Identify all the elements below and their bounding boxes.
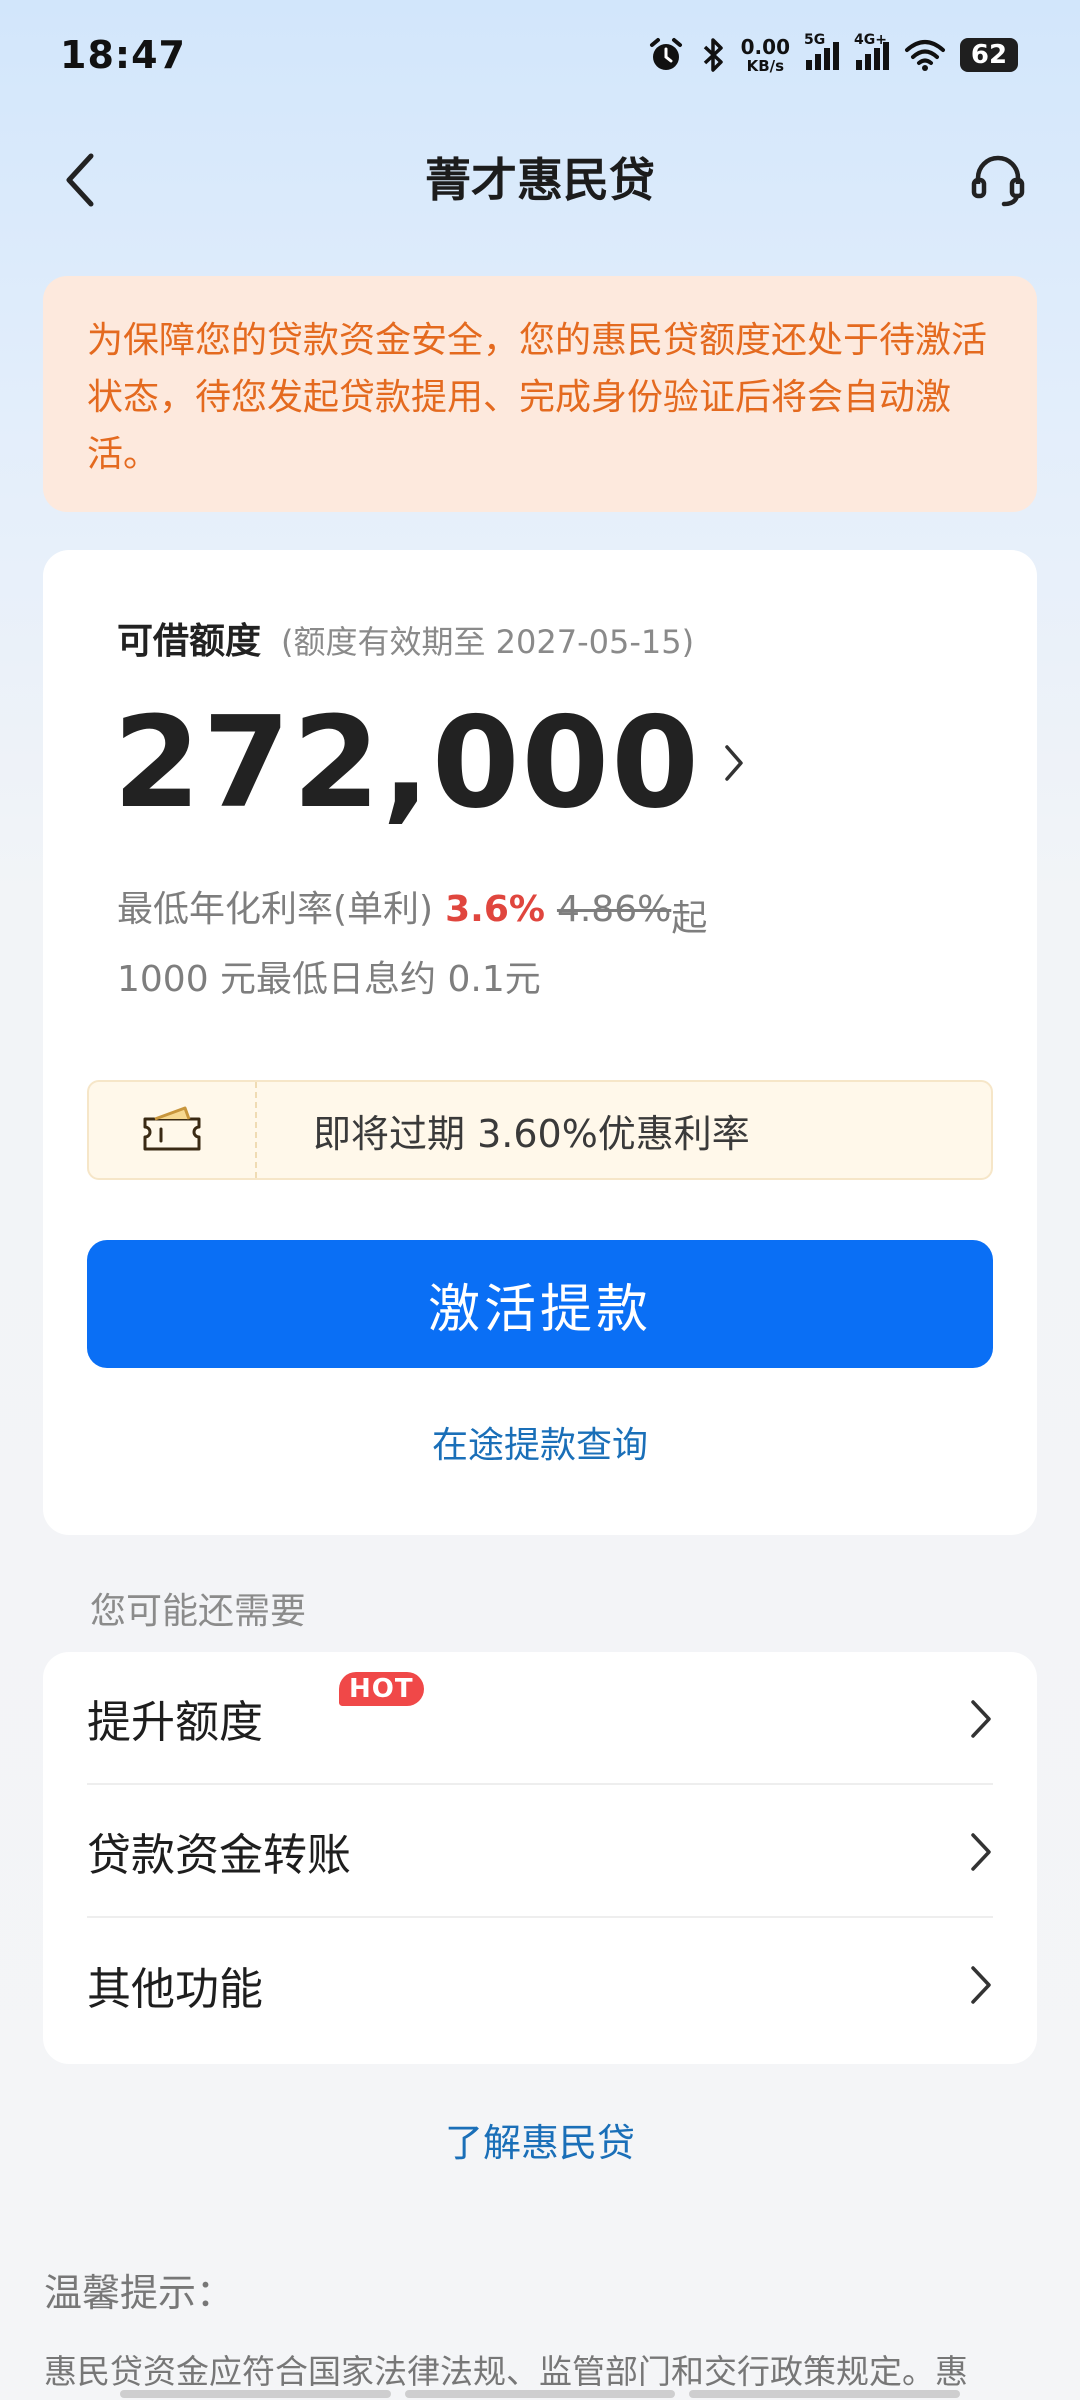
home-indicator bbox=[120, 2390, 961, 2398]
status-time: 18:47 bbox=[60, 33, 186, 77]
rate-prefix: 最低年化利率(单利) bbox=[117, 889, 434, 930]
signal-5g-icon: 5G bbox=[804, 32, 840, 72]
page-title: 菁才惠民贷 bbox=[425, 153, 655, 207]
bluetooth-icon bbox=[699, 36, 727, 74]
list-item-raise-limit[interactable]: 提升额度 HOT bbox=[87, 1652, 993, 1785]
customer-service-button[interactable] bbox=[968, 150, 1028, 210]
signal-4g-icon: 4G+ bbox=[854, 32, 890, 72]
quota-amount-row[interactable]: 272,000 bbox=[113, 700, 753, 826]
quota-validity: (额度有效期至 2027-05-15) bbox=[281, 623, 695, 661]
coupon-icon bbox=[143, 1106, 201, 1151]
more-services-list: 提升额度 HOT 贷款资金转账 其他功能 bbox=[43, 1652, 1037, 2064]
list-item-other-functions[interactable]: 其他功能 bbox=[87, 1918, 993, 2051]
hot-badge: HOT bbox=[339, 1672, 424, 1706]
headset-icon bbox=[971, 155, 1025, 207]
back-button[interactable] bbox=[52, 152, 108, 208]
list-item-label: 提升额度 bbox=[87, 1696, 263, 1748]
learn-more-link[interactable]: 了解惠民贷 bbox=[0, 2112, 1080, 2167]
rate-original: 4.86% bbox=[556, 889, 672, 930]
annual-rate: 最低年化利率(单利) 3.6% 4.86% 起 bbox=[117, 880, 707, 941]
chevron-right-icon bbox=[723, 738, 753, 788]
tips-body: 惠民贷资金应符合国家法律法规、监管部门和交行政策规定。惠 bbox=[44, 2352, 968, 2391]
section-heading: 您可能还需要 bbox=[90, 1591, 307, 1632]
coupon-text: 即将过期 3.60%优惠利率 bbox=[313, 1111, 750, 1156]
coupon-banner[interactable]: 即将过期 3.60%优惠利率 bbox=[87, 1080, 993, 1180]
quota-header: 可借额度 (额度有效期至 2027-05-15) bbox=[117, 612, 694, 664]
rate-suffix: 起 bbox=[671, 898, 708, 939]
activate-withdraw-button[interactable]: 激活提款 bbox=[87, 1240, 993, 1368]
in-transit-query-link[interactable]: 在途提款查询 bbox=[43, 1416, 1037, 1468]
list-item-loan-transfer[interactable]: 贷款资金转账 bbox=[87, 1785, 993, 1918]
chevron-right-icon bbox=[971, 1966, 991, 2004]
list-item-label: 其他功能 bbox=[87, 1963, 263, 2015]
nav-bar: 菁才惠民贷 bbox=[0, 122, 1080, 232]
network-speed: 0.00 KB/s bbox=[740, 34, 790, 75]
status-icons: 0.00 KB/s 5G 4G+ 62 bbox=[647, 32, 1018, 75]
rate-current: 3.6% bbox=[445, 889, 545, 930]
daily-interest: 1000 元最低日息约 0.1元 bbox=[117, 959, 541, 1000]
status-bar: 18:47 0.00 KB/s 5G 4G+ 62 bbox=[0, 0, 1080, 110]
chevron-right-icon bbox=[971, 1700, 991, 1738]
battery-indicator: 62 bbox=[960, 38, 1018, 72]
coupon-icon-area bbox=[89, 1082, 257, 1178]
wifi-icon bbox=[904, 38, 946, 72]
tips-title: 温馨提示： bbox=[44, 2271, 235, 2315]
chevron-right-icon bbox=[971, 1833, 991, 1871]
list-item-label: 贷款资金转账 bbox=[87, 1829, 351, 1881]
quota-card: 可借额度 (额度有效期至 2027-05-15) 272,000 最低年化利率(… bbox=[43, 550, 1037, 1535]
quota-label: 可借额度 bbox=[117, 621, 262, 662]
activation-notice: 为保障您的贷款资金安全，您的惠民贷额度还处于待激活状态，待您发起贷款提用、完成身… bbox=[43, 276, 1037, 512]
quota-amount: 272,000 bbox=[113, 689, 701, 836]
chevron-left-icon bbox=[66, 153, 94, 207]
alarm-icon bbox=[647, 36, 685, 74]
